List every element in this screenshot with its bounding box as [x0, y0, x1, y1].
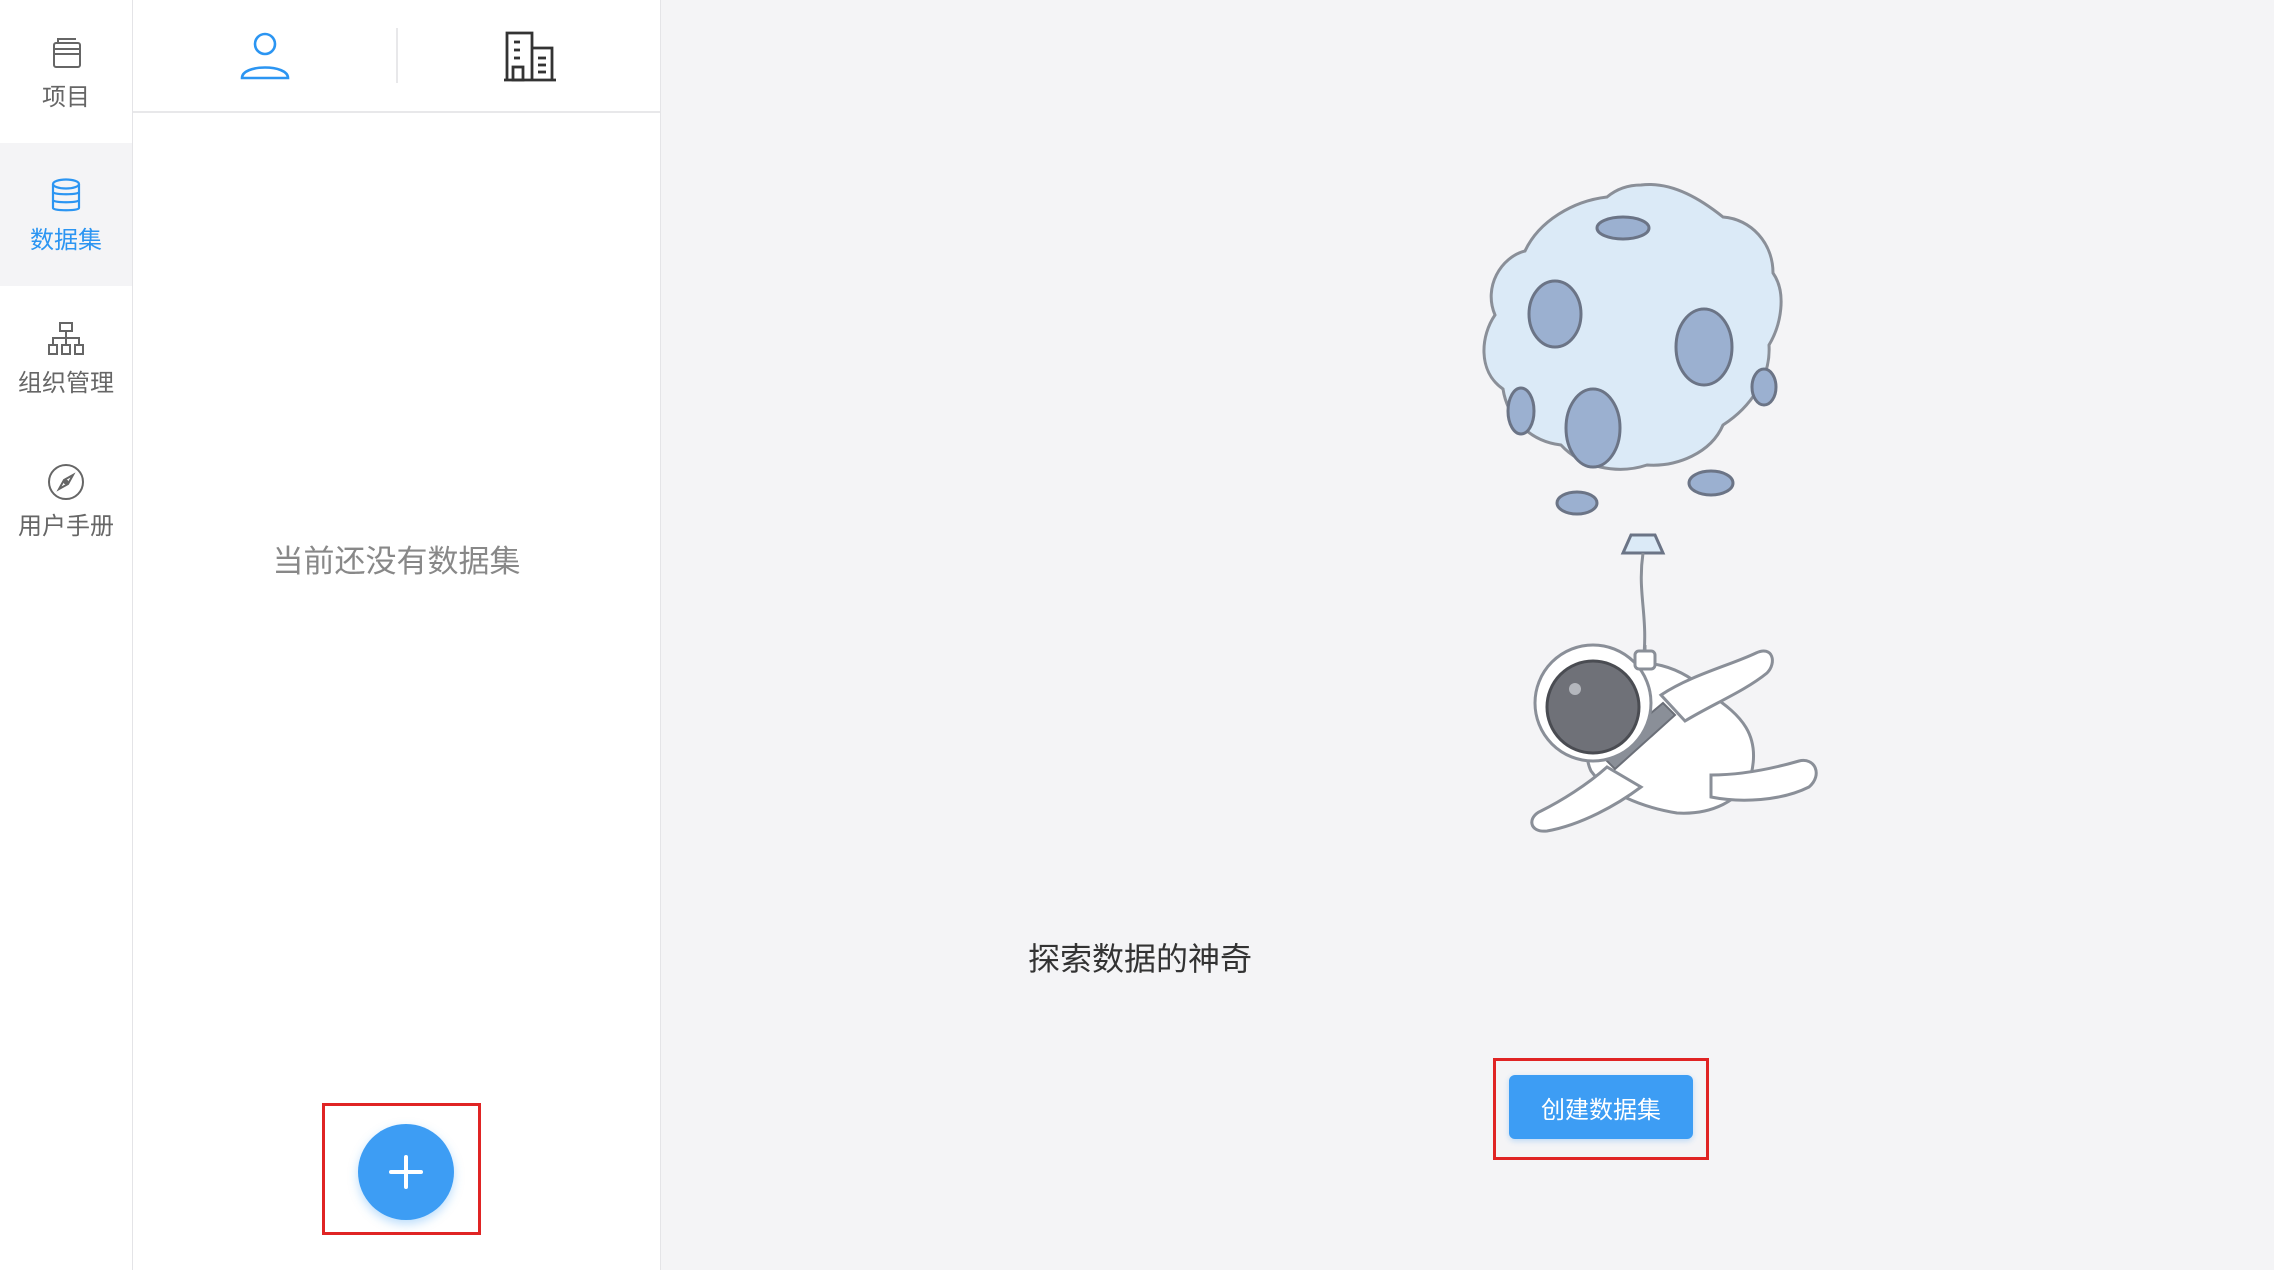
tab-organization[interactable] — [398, 0, 661, 111]
empty-state-text: 当前还没有数据集 — [272, 544, 521, 580]
nav-item-projects[interactable]: 项目 — [0, 0, 132, 143]
nav-item-org-management[interactable]: 组织管理 — [0, 286, 132, 429]
nav-label-datasets: 数据集 — [30, 225, 102, 254]
main-content: 探索数据的神奇 — [661, 0, 2274, 1270]
nav-label-projects: 项目 — [42, 82, 90, 111]
create-dataset-button[interactable]: 创建数据集 — [1509, 1075, 1693, 1139]
nav-item-user-manual[interactable]: 用户手册 — [0, 429, 132, 572]
add-dataset-button[interactable] — [358, 1124, 454, 1220]
user-icon — [240, 32, 289, 79]
nav-label-user-manual: 用户手册 — [18, 511, 114, 540]
tab-personal[interactable] — [133, 0, 396, 111]
main-nav: 项目 数据集 组织管理 用户手册 — [0, 0, 133, 1270]
dataset-list-panel: 当前还没有数据集 — [133, 0, 661, 1270]
window-stack-icon — [53, 37, 81, 68]
nav-item-datasets[interactable]: 数据集 — [0, 143, 132, 286]
compass-icon — [48, 463, 84, 500]
astronaut-balloon-moon-illustration — [1482, 182, 1818, 833]
empty-state-headline: 探索数据的神奇 — [1027, 940, 1252, 978]
database-icon — [51, 177, 81, 211]
building-icon — [503, 31, 556, 81]
nav-label-org-management: 组织管理 — [18, 368, 114, 397]
scope-tabs — [133, 0, 660, 113]
org-chart-icon — [48, 321, 84, 355]
plus-icon — [389, 1155, 423, 1189]
